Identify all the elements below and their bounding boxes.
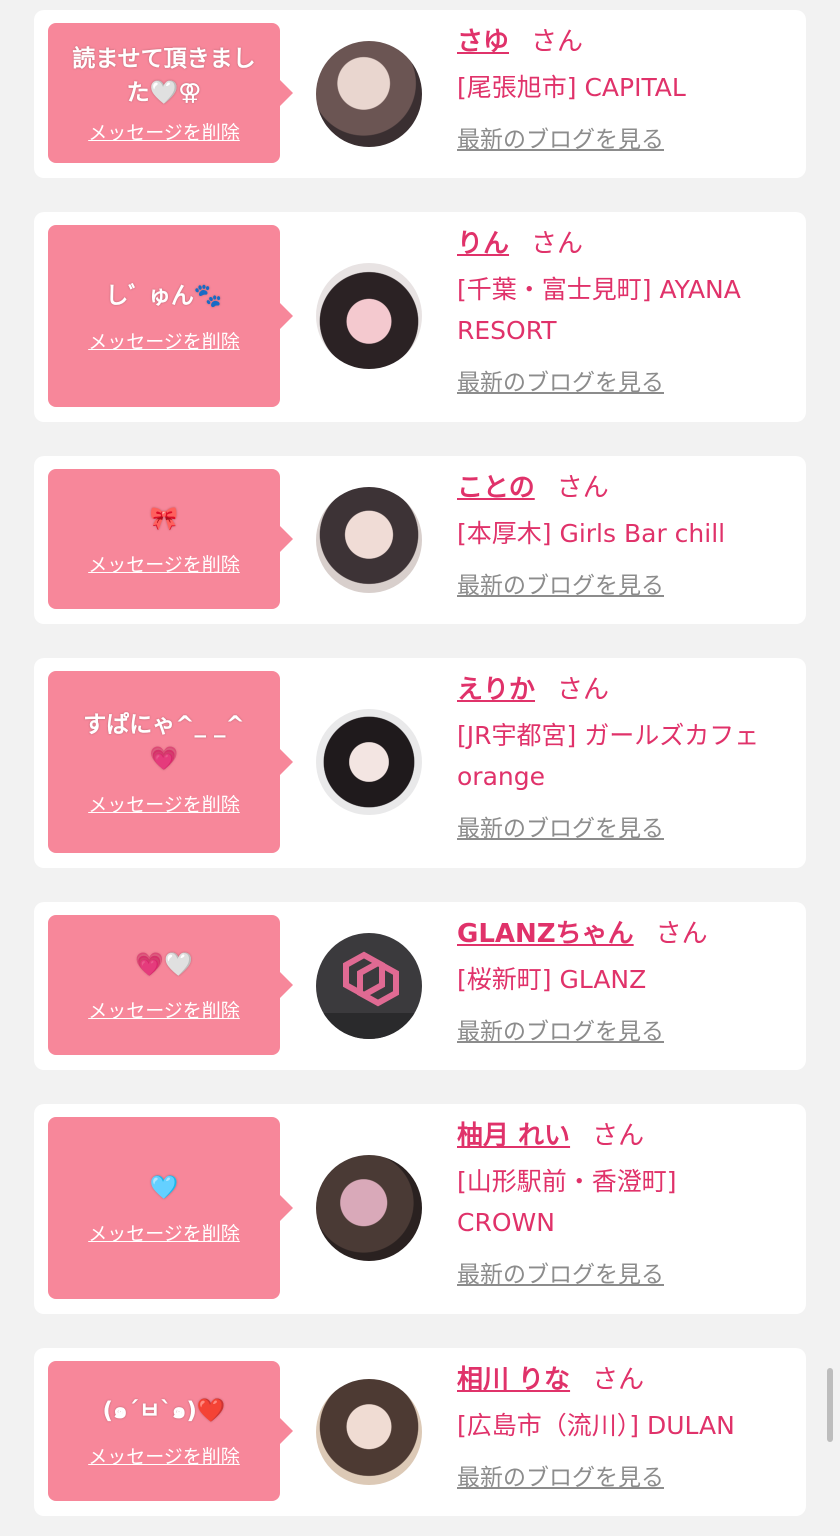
latest-blog-link[interactable]: 最新のブログを見る — [457, 1458, 664, 1492]
honorific: さん — [592, 1121, 645, 1151]
latest-blog-link[interactable]: 最新のブログを見る — [457, 363, 664, 397]
message-text: すぱにゃ^_ _^ 💗 — [83, 711, 245, 772]
favorite-card: 💗🤍 メッセージを削除 GLANZちゃん さん [桜新町] GLANZ 最新のブロ… — [34, 902, 806, 1070]
honorific: さん — [531, 27, 584, 57]
favorite-card: しﾞ ゅん🐾 メッセージを削除 りん さん [千葉・富士見町] AYANA RES… — [34, 212, 806, 422]
favorite-card: 🎀 メッセージを削除 ことの さん [本厚木] Girls Bar chill 最… — [34, 456, 806, 624]
shop-name: [本厚木] Girls Bar chill — [457, 519, 726, 548]
glanz-logo-icon — [316, 951, 422, 1039]
shop-name: [千葉・富士見町] AYANA RESORT — [457, 275, 741, 345]
message-bubble: 🎀 メッセージを削除 — [48, 469, 293, 609]
message-bubble: しﾞ ゅん🐾 メッセージを削除 — [48, 225, 293, 407]
cast-name-link[interactable]: 相川 りな — [457, 1365, 570, 1395]
latest-blog-link[interactable]: 最新のブログを見る — [457, 566, 664, 600]
latest-blog-link[interactable]: 最新のブログを見る — [457, 809, 664, 843]
favorite-card: 🩵 メッセージを削除 柚月 れい さん [山形駅前・香澄町] CROWN 最新のブ… — [34, 1104, 806, 1314]
shop-name: [JR宇都宮] ガールズカフェ orange — [457, 721, 760, 791]
avatar[interactable] — [316, 263, 422, 369]
delete-message-link[interactable]: メッセージを削除 — [88, 996, 240, 1023]
message-text: (๑´ㅂ`๑)❤️ — [102, 1397, 226, 1424]
cast-name-link[interactable]: 柚月 れい — [457, 1121, 570, 1151]
message-bubble: すぱにゃ^_ _^ 💗 メッセージを削除 — [48, 671, 293, 853]
delete-message-link[interactable]: メッセージを削除 — [88, 550, 240, 577]
cast-name-link[interactable]: りん — [457, 229, 509, 259]
honorific: さん — [592, 1365, 645, 1395]
latest-blog-link[interactable]: 最新のブログを見る — [457, 1255, 664, 1289]
favorite-card: (๑´ㅂ`๑)❤️ メッセージを削除 相川 りな さん [広島市（流川）] DUL… — [34, 1348, 806, 1516]
message-text: 💗🤍 — [135, 951, 193, 978]
favorite-card: すぱにゃ^_ _^ 💗 メッセージを削除 えりか さん [JR宇都宮] ガールズカ… — [34, 658, 806, 868]
message-bubble: 💗🤍 メッセージを削除 — [48, 915, 293, 1055]
delete-message-link[interactable]: メッセージを削除 — [88, 790, 240, 817]
latest-blog-link[interactable]: 最新のブログを見る — [457, 1012, 664, 1046]
message-text: しﾞ ゅん🐾 — [105, 282, 223, 309]
message-text: 読ませて頂きました🤍⚢ — [72, 45, 256, 106]
message-bubble: (๑´ㅂ`๑)❤️ メッセージを削除 — [48, 1361, 293, 1501]
avatar[interactable] — [316, 487, 422, 593]
delete-message-link[interactable]: メッセージを削除 — [88, 327, 240, 354]
honorific: さん — [531, 229, 584, 259]
avatar[interactable] — [316, 709, 422, 815]
cast-name-link[interactable]: ことの — [457, 473, 535, 503]
latest-blog-link[interactable]: 最新のブログを見る — [457, 120, 664, 154]
delete-message-link[interactable]: メッセージを削除 — [88, 118, 240, 145]
avatar[interactable] — [316, 1379, 422, 1485]
cast-name-link[interactable]: GLANZちゃん — [457, 919, 634, 949]
cast-name-link[interactable]: えりか — [457, 675, 535, 705]
message-bubble: 読ませて頂きました🤍⚢ メッセージを削除 — [48, 23, 293, 163]
honorific: さん — [557, 675, 610, 705]
avatar[interactable] — [316, 41, 422, 147]
delete-message-link[interactable]: メッセージを削除 — [88, 1219, 240, 1246]
avatar[interactable] — [316, 933, 422, 1039]
shop-name: [桜新町] GLANZ — [457, 965, 647, 994]
message-bubble: 🩵 メッセージを削除 — [48, 1117, 293, 1299]
message-text: 🎀 — [149, 505, 179, 532]
favorite-card: 読ませて頂きました🤍⚢ メッセージを削除 さゆ さん [尾張旭市] CAPITAL… — [34, 10, 806, 178]
avatar[interactable] — [316, 1155, 422, 1261]
shop-name: [広島市（流川）] DULAN — [457, 1411, 735, 1440]
cast-name-link[interactable]: さゆ — [457, 27, 509, 57]
shop-name: [山形駅前・香澄町] CROWN — [457, 1167, 677, 1237]
honorific: さん — [655, 919, 708, 949]
delete-message-link[interactable]: メッセージを削除 — [88, 1442, 240, 1469]
honorific: さん — [556, 473, 609, 503]
shop-name: [尾張旭市] CAPITAL — [457, 73, 686, 102]
scrollbar[interactable] — [827, 1368, 833, 1442]
message-text: 🩵 — [149, 1174, 179, 1201]
